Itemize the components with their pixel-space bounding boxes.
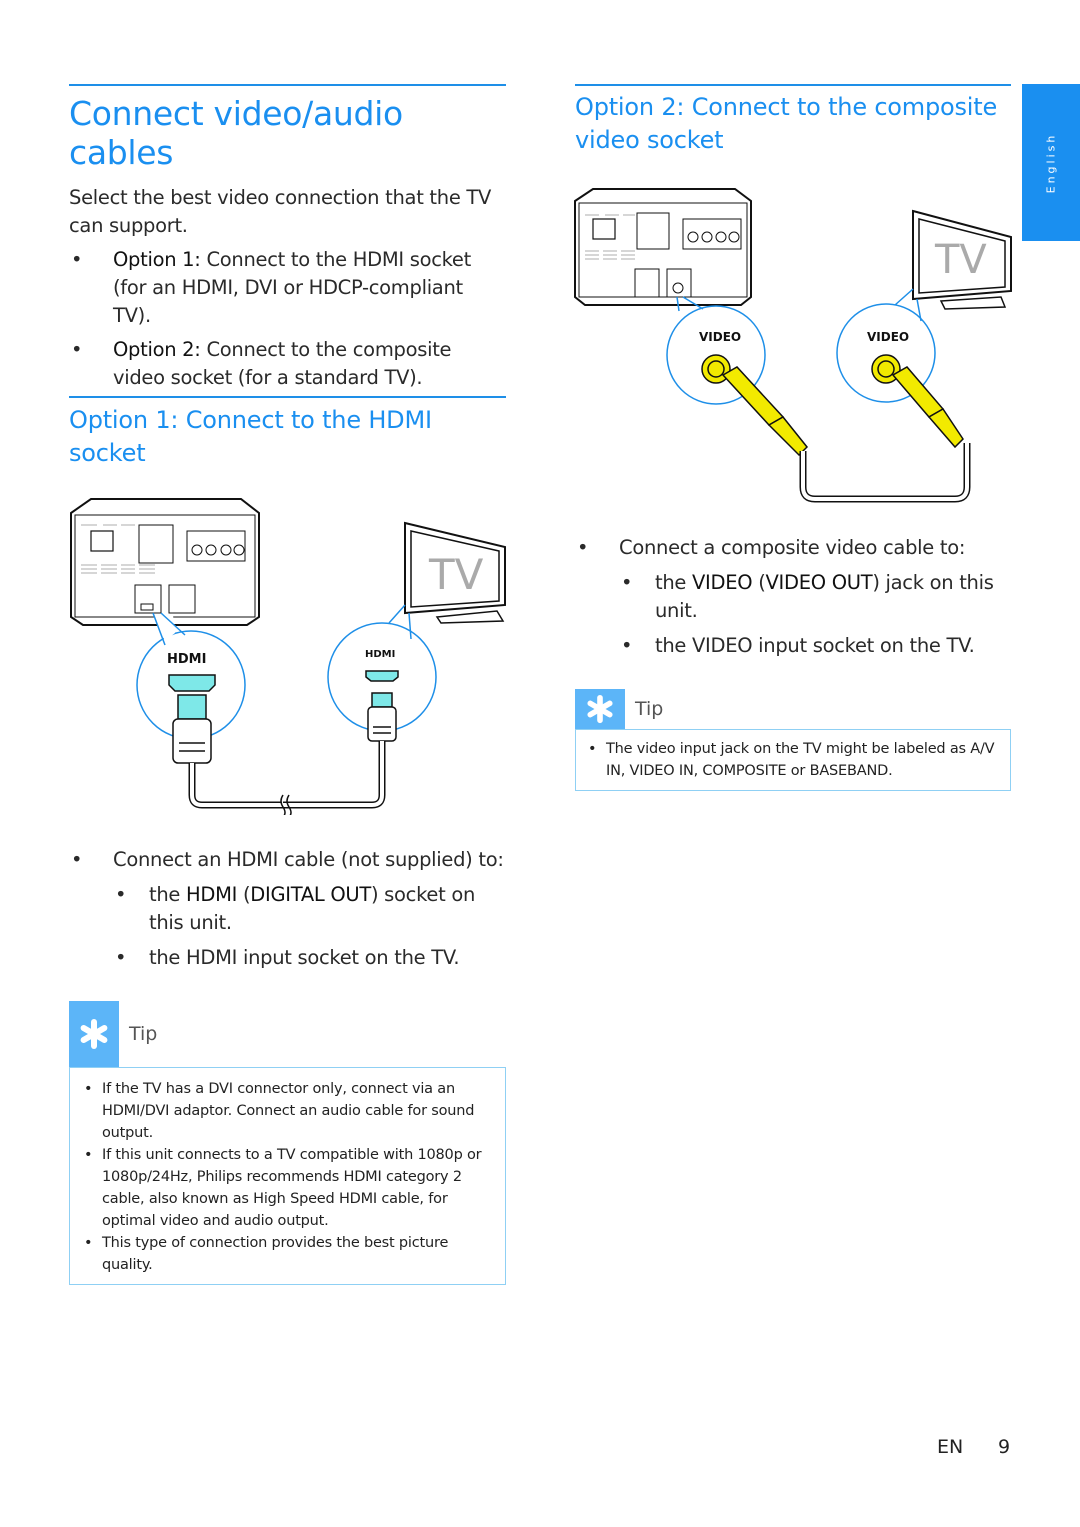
option-2-bullet: Option 2: Connect to the composite video…	[69, 336, 506, 392]
tip-item: This type of connection provides the bes…	[80, 1232, 493, 1276]
section-rule	[69, 396, 506, 398]
tip-item: If the TV has a DVI connector only, conn…	[80, 1078, 493, 1144]
tip-asterisk-icon	[69, 1001, 119, 1067]
page-title: Connect video/audio cables	[69, 94, 403, 172]
tv-illustration: TV	[912, 209, 1012, 310]
option-1-bullet: Option 1: Connect to the HDMI socket (fo…	[69, 246, 506, 330]
footer-language: EN	[937, 1436, 964, 1458]
hdmi-section: Option 1: Connect to the HDMI socket	[69, 396, 506, 470]
hdmi-diagram: TV HDMI HDMI	[69, 495, 509, 815]
option-2-label: Option 2:	[113, 338, 201, 361]
tip-label: Tip	[635, 698, 664, 720]
intro-text: Select the best video connection that th…	[69, 186, 492, 237]
left-column: Connect video/audio cables Select the be…	[69, 84, 506, 392]
hdmi-section-title: Option 1: Connect to the HDMI socket	[69, 406, 432, 467]
step-strong: VIDEO OUT	[765, 571, 873, 594]
composite-step-1: the VIDEO (VIDEO OUT) jack on this unit.	[575, 569, 1015, 625]
tip-label: Tip	[129, 1023, 158, 1045]
tv-port-label: VIDEO	[867, 330, 909, 344]
title-rule	[69, 84, 506, 86]
language-tab-label: English	[1044, 132, 1058, 193]
unit-rear-panel	[70, 498, 260, 626]
step-strong: VIDEO	[692, 571, 753, 594]
hdmi-step-1: the HDMI (DIGITAL OUT) socket on this un…	[69, 881, 509, 937]
hdmi-cable	[188, 741, 386, 809]
tip-asterisk-icon	[575, 689, 625, 729]
option-1-label: Option 1:	[113, 248, 201, 271]
step-strong: DIGITAL OUT	[250, 883, 371, 906]
tv-screen-text: TV	[428, 550, 484, 599]
composite-instruction: Connect a composite video cable to:	[575, 534, 1015, 562]
page-number: 9	[998, 1436, 1011, 1458]
section-rule	[575, 84, 1011, 86]
composite-diagram: TV VIDEO VIDEO	[573, 185, 1013, 505]
step-text: the	[655, 571, 693, 594]
tv-illustration: TV	[404, 521, 506, 624]
tv-screen-text: TV	[934, 237, 987, 283]
step-text: (	[752, 571, 766, 594]
unit-rear-panel	[574, 188, 752, 306]
tip-box: If the TV has a DVI connector only, conn…	[69, 1067, 506, 1285]
composite-cable	[799, 443, 971, 503]
hdmi-tip: Tip If the TV has a DVI connector only, …	[69, 1001, 506, 1285]
composite-tip: Tip The video input jack on the TV might…	[575, 689, 1011, 791]
tv-port-label: HDMI	[365, 649, 395, 660]
tip-box: The video input jack on the TV might be …	[575, 729, 1011, 791]
unit-port-label: HDMI	[167, 652, 206, 667]
unit-port-label: VIDEO	[699, 330, 741, 344]
tip-item: If this unit connects to a TV compatible…	[80, 1144, 493, 1232]
tip-item: The video input jack on the TV might be …	[584, 738, 1002, 782]
composite-section-title: Option 2: Connect to the composite video…	[575, 93, 998, 154]
composite-instructions: Connect a composite video cable to: the …	[575, 528, 1015, 660]
composite-section: Option 2: Connect to the composite video…	[575, 84, 1011, 157]
hdmi-step-2: the HDMI input socket on the TV.	[69, 944, 509, 972]
hdmi-connector-unit	[168, 674, 216, 764]
composite-step-2: the VIDEO input socket on the TV.	[575, 632, 1015, 660]
language-tab: English	[1022, 84, 1080, 241]
step-text: (	[237, 883, 251, 906]
step-text: the	[149, 883, 187, 906]
hdmi-instructions: Connect an HDMI cable (not supplied) to:…	[69, 840, 509, 972]
step-strong: HDMI	[186, 883, 238, 906]
hdmi-instruction: Connect an HDMI cable (not supplied) to:	[69, 846, 509, 874]
